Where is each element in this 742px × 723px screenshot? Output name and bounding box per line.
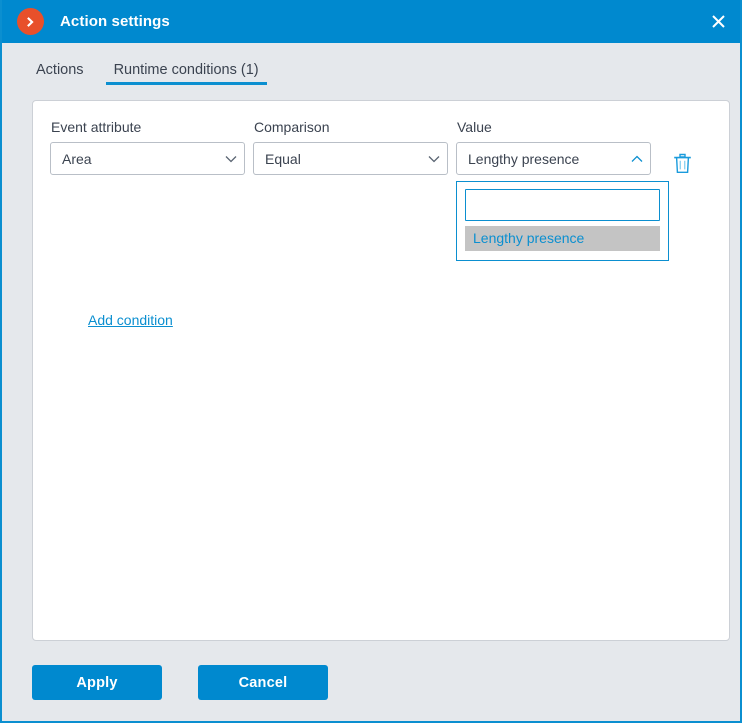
- chevron-right-circle-icon: [17, 8, 44, 35]
- condition-row: Event attribute Area Comparison Equal Va…: [50, 119, 698, 261]
- close-icon[interactable]: [702, 6, 734, 36]
- tab-actions-label: Actions: [36, 62, 84, 78]
- apply-button[interactable]: Apply: [32, 665, 162, 700]
- tab-strip: Actions Runtime conditions (1): [2, 43, 740, 90]
- value-select[interactable]: Lengthy presence: [456, 142, 651, 175]
- event-attribute-label: Event attribute: [51, 119, 142, 135]
- tab-runtime-conditions[interactable]: Runtime conditions (1): [105, 62, 267, 90]
- value-option-label: Lengthy presence: [473, 230, 585, 246]
- event-attribute-field: Event attribute Area: [50, 119, 245, 175]
- window-title: Action settings: [60, 13, 170, 30]
- chevron-down-icon: [218, 155, 244, 163]
- delete-condition-button[interactable]: [666, 147, 698, 180]
- value-search-input[interactable]: [465, 189, 660, 221]
- comparison-select[interactable]: Equal: [253, 142, 448, 175]
- tab-runtime-conditions-label: Runtime conditions (1): [113, 62, 259, 78]
- value-field: Value Lengthy presence Lengthy presence: [456, 119, 669, 261]
- comparison-label: Comparison: [254, 119, 330, 135]
- value-option-item[interactable]: Lengthy presence: [465, 226, 660, 251]
- tab-actions[interactable]: Actions: [28, 62, 92, 90]
- trash-icon: [673, 153, 691, 173]
- dialog-footer: Apply Cancel: [32, 665, 328, 700]
- event-attribute-value: Area: [62, 150, 92, 167]
- conditions-panel: Event attribute Area Comparison Equal Va…: [32, 100, 730, 641]
- comparison-value: Equal: [265, 150, 301, 167]
- title-bar: Action settings: [2, 0, 740, 43]
- value-label: Value: [457, 119, 492, 135]
- add-condition-link[interactable]: Add condition: [88, 312, 173, 328]
- value-option-list: Lengthy presence: [465, 226, 660, 251]
- value-selected-text: Lengthy presence: [468, 150, 580, 167]
- chevron-up-icon: [624, 155, 650, 163]
- cancel-button[interactable]: Cancel: [198, 665, 328, 700]
- event-attribute-select[interactable]: Area: [50, 142, 245, 175]
- value-dropdown-panel: Lengthy presence: [456, 181, 669, 261]
- chevron-down-icon: [421, 155, 447, 163]
- action-settings-dialog: Action settings Actions Runtime conditio…: [0, 0, 742, 723]
- comparison-field: Comparison Equal: [253, 119, 448, 175]
